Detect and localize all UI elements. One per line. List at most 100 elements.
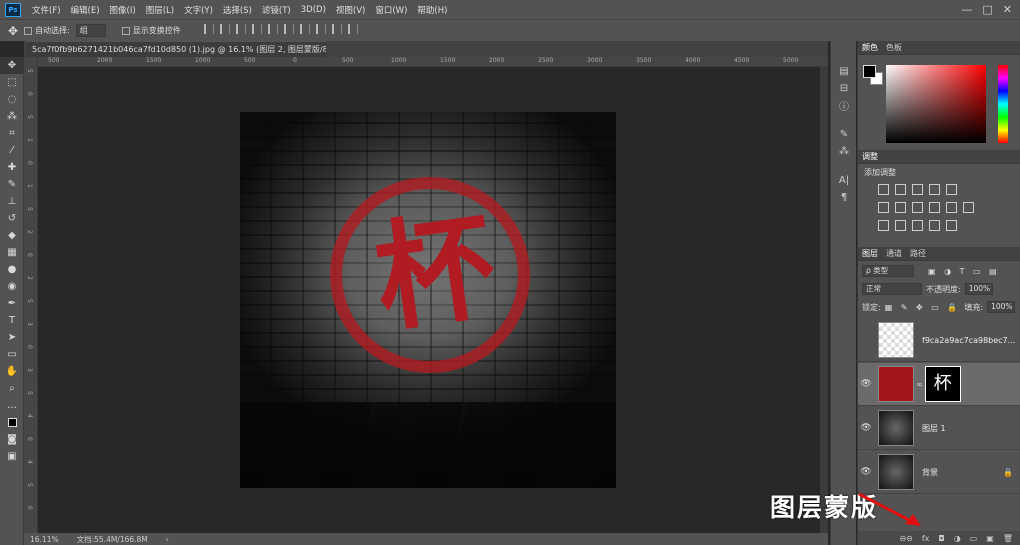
layer-row-selected[interactable]: 👁 ∞ 杯 [858, 363, 1020, 406]
distribute-v-icon[interactable] [331, 24, 342, 34]
show-transform-checkbox[interactable] [121, 26, 130, 35]
black-white-icon[interactable] [912, 202, 923, 213]
photo-filter-icon[interactable] [929, 202, 940, 213]
menu-window[interactable]: 窗口(W) [370, 4, 412, 16]
add-layer-mask-icon[interactable]: ◘ [938, 534, 944, 543]
menu-layer[interactable]: 图层(L) [141, 4, 179, 16]
brush-settings-icon[interactable]: ✎ [831, 126, 857, 143]
move-tool-button[interactable]: ✥ [0, 57, 24, 74]
vibrance-icon[interactable] [946, 184, 957, 195]
type-tool-button[interactable]: T [0, 312, 24, 329]
tab-channels[interactable]: 通道 [886, 248, 902, 259]
show-transform-option[interactable]: 显示变换控件 [121, 25, 181, 36]
align-top-icon[interactable] [251, 24, 262, 34]
tab-layers[interactable]: 图层 [862, 248, 878, 259]
gradient-tool-button[interactable]: ▦ [0, 244, 24, 261]
exposure-icon[interactable] [929, 184, 940, 195]
eraser-tool-button[interactable]: ◆ [0, 227, 24, 244]
fill-layer-thumbnail[interactable] [878, 366, 914, 402]
layer-name[interactable]: f9ca2a9ac7ca98bec7... [922, 336, 1015, 345]
zoom-tool-button[interactable]: ⌕ [0, 380, 24, 397]
color-swatches-icon[interactable] [0, 414, 24, 431]
marquee-tool-button[interactable]: ⬚ [0, 74, 24, 91]
crop-tool-button[interactable]: ⌗ [0, 125, 24, 142]
screen-mode-button[interactable]: ▣ [0, 448, 24, 465]
new-layer-icon[interactable]: ▣ [986, 534, 994, 543]
gradient-map-icon[interactable] [929, 220, 940, 231]
layer-mask-thumbnail[interactable]: 杯 [924, 366, 961, 402]
brush-presets-icon[interactable]: ⁂ [831, 143, 857, 160]
auto-select-checkbox[interactable] [24, 26, 33, 35]
selective-color-icon[interactable] [946, 220, 957, 231]
menu-3d[interactable]: 3D(D) [296, 5, 331, 15]
color-balance-icon[interactable] [895, 202, 906, 213]
eye-icon[interactable]: 👁 [858, 467, 874, 477]
character-panel-icon[interactable]: A| [831, 172, 857, 189]
filter-icons[interactable]: ▣ ◑ T ▭ ▤ [928, 267, 1000, 276]
opacity-input[interactable]: 100% [964, 283, 993, 295]
menu-select[interactable]: 选择(S) [218, 4, 257, 16]
posterize-icon[interactable] [895, 220, 906, 231]
dodge-tool-button[interactable]: ◉ [0, 278, 24, 295]
vertical-scrollbar[interactable] [820, 67, 828, 533]
stamp-tool-button[interactable]: ⊥ [0, 193, 24, 210]
align-bottom-icon[interactable] [283, 24, 294, 34]
status-arrow-icon[interactable]: › [166, 535, 169, 544]
color-picker-field[interactable] [886, 65, 986, 143]
color-lookup-icon[interactable] [963, 202, 974, 213]
layer-row[interactable]: f9ca2a9ac7ca98bec7... [858, 319, 1020, 362]
properties-panel-icon[interactable]: ⊟ [831, 80, 857, 97]
invert-icon[interactable] [878, 220, 889, 231]
curves-icon[interactable] [912, 184, 923, 195]
artwork-image[interactable]: 杯 [240, 112, 616, 488]
layer-name[interactable]: 背景 [922, 467, 938, 478]
align-left-icon[interactable] [203, 24, 214, 34]
menu-edit[interactable]: 编辑(E) [66, 4, 105, 16]
auto-select-option[interactable]: 自动选择: [24, 25, 70, 36]
distribute-h-icon[interactable] [315, 24, 326, 34]
paragraph-panel-icon[interactable]: ¶ [831, 189, 857, 206]
menu-view[interactable]: 视图(V) [331, 4, 370, 16]
shape-tool-button[interactable]: ▭ [0, 346, 24, 363]
lasso-tool-button[interactable]: ◌ [0, 91, 24, 108]
hue-sat-icon[interactable] [878, 202, 889, 213]
hue-slider[interactable] [998, 65, 1008, 143]
align-center-icon[interactable] [219, 24, 230, 34]
threshold-icon[interactable] [912, 220, 923, 231]
tab-swatches[interactable]: 色板 [886, 42, 902, 53]
document-tab[interactable]: 5ca7f0fb9b6271421b046ca7fd10d850 (1).jpg… [26, 41, 326, 57]
menu-help[interactable]: 帮助(H) [412, 4, 452, 16]
auto-select-dropdown[interactable]: 组 [75, 24, 106, 37]
foreground-color-swatch[interactable] [863, 65, 876, 78]
fx-icon[interactable]: fx [922, 534, 930, 543]
link-layers-icon[interactable]: ⊖⊖ [899, 534, 912, 543]
minimize-button[interactable]: — [961, 3, 972, 16]
quick-mask-button[interactable]: ◙ [0, 431, 24, 448]
eye-icon[interactable]: 👁 [858, 379, 874, 389]
menu-filter[interactable]: 滤镜(T) [257, 4, 296, 16]
history-brush-tool-button[interactable]: ↺ [0, 210, 24, 227]
path-select-tool-button[interactable]: ➤ [0, 329, 24, 346]
quick-select-tool-button[interactable]: ⁂ [0, 108, 24, 125]
tab-adjustments[interactable]: 调整 [862, 151, 878, 162]
maximize-button[interactable]: □ [982, 3, 992, 16]
blur-tool-button[interactable]: ● [0, 261, 24, 278]
trash-icon[interactable]: 🗑 [1003, 534, 1013, 543]
zoom-level[interactable]: 16.11% [30, 535, 59, 544]
channel-mixer-icon[interactable] [946, 202, 957, 213]
eye-icon[interactable]: 👁 [858, 423, 874, 433]
brush-tool-button[interactable]: ✎ [0, 176, 24, 193]
adjustment-layer-icon[interactable]: ◑ [954, 534, 961, 543]
distribute-icon[interactable] [299, 24, 310, 34]
align-right-icon[interactable] [235, 24, 246, 34]
eyedropper-tool-button[interactable]: ⁄ [0, 142, 24, 159]
layer-filter-select[interactable]: ρ 类型 [862, 265, 914, 277]
menu-image[interactable]: 图像(I) [105, 4, 141, 16]
pen-tool-button[interactable]: ✒ [0, 295, 24, 312]
fill-input[interactable]: 100% [987, 301, 1016, 313]
distribute-spacing-icon[interactable] [347, 24, 358, 34]
levels-icon[interactable] [895, 184, 906, 195]
brightness-icon[interactable] [878, 184, 889, 195]
mask-link-icon[interactable]: ∞ [916, 380, 923, 389]
healing-tool-button[interactable]: ✚ [0, 159, 24, 176]
